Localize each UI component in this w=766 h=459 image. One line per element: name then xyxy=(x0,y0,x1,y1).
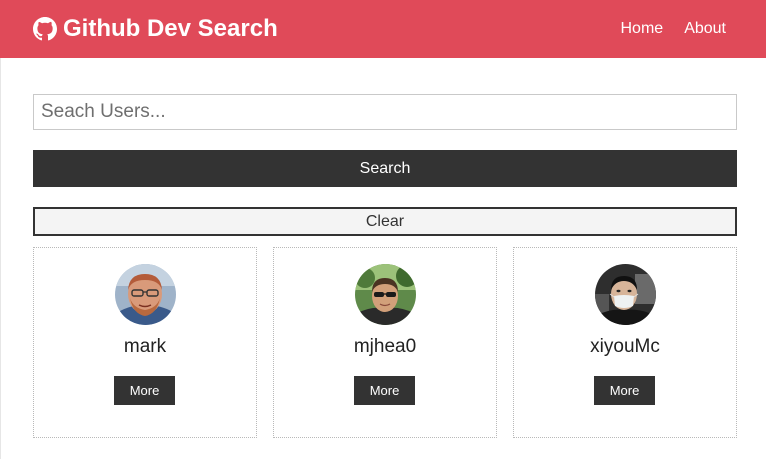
nav-links: Home About xyxy=(621,0,727,58)
avatar xyxy=(595,264,656,325)
more-button[interactable]: More xyxy=(354,376,415,405)
user-login: mark xyxy=(123,336,167,357)
user-card: mjhea0 More xyxy=(273,247,497,438)
search-input[interactable] xyxy=(33,94,737,130)
user-card: mark More xyxy=(33,247,257,438)
user-login: mjhea0 xyxy=(353,336,417,357)
search-button[interactable]: Search xyxy=(33,150,737,187)
brand-title: Github Dev Search xyxy=(63,15,278,42)
brand-link[interactable]: Github Dev Search xyxy=(33,0,278,58)
clear-button[interactable]: Clear xyxy=(33,207,737,236)
nav-link-about[interactable]: About xyxy=(684,20,726,38)
nav-link-home[interactable]: Home xyxy=(621,20,664,38)
user-results-grid: mark More mjhea0 More xiyouMc More xyxy=(33,247,737,438)
avatar xyxy=(115,264,176,325)
github-icon xyxy=(33,17,57,41)
navbar: Github Dev Search Home About xyxy=(0,0,766,58)
page-edge-divider xyxy=(0,58,1,459)
avatar xyxy=(355,264,416,325)
user-card: xiyouMc More xyxy=(513,247,737,438)
more-button[interactable]: More xyxy=(594,376,655,405)
user-login: xiyouMc xyxy=(590,336,660,357)
more-button[interactable]: More xyxy=(114,376,175,405)
